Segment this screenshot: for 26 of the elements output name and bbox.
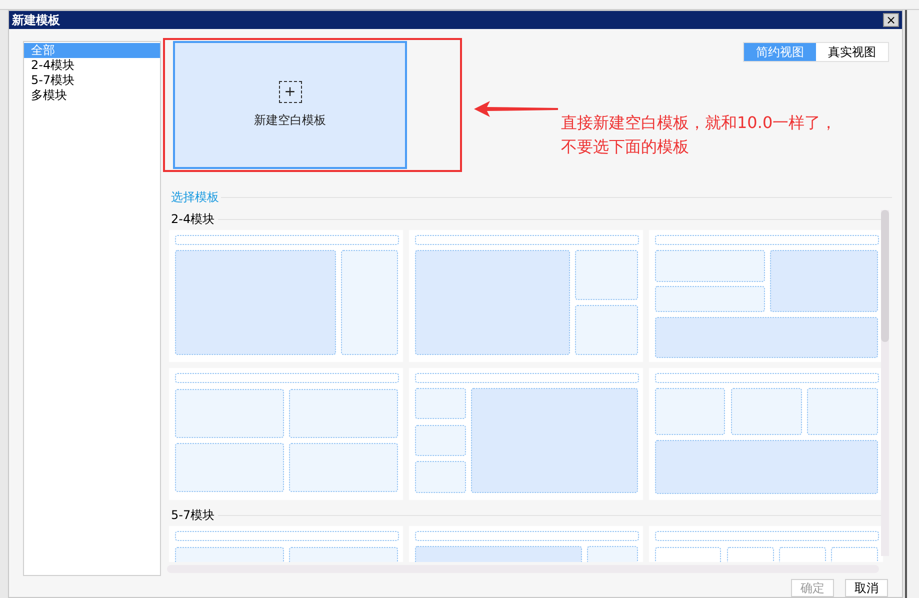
template-card[interactable] <box>169 230 403 362</box>
annotation-text: 直接新建空白模板，就和10.0一样了， <box>561 112 837 134</box>
close-button[interactable]: × <box>883 13 899 27</box>
category-item[interactable]: 5-7模块 <box>24 73 160 88</box>
group-title: 5-7模块 <box>170 507 215 524</box>
template-card[interactable] <box>649 368 883 500</box>
dialog-button[interactable]: 取消 <box>845 579 888 597</box>
vertical-scrollbar[interactable] <box>881 210 889 556</box>
scrollbar-thumb[interactable] <box>881 210 889 342</box>
group-title: 2-4模块 <box>170 211 215 228</box>
template-card[interactable] <box>649 230 883 362</box>
category-item[interactable]: 多模块 <box>24 88 160 103</box>
template-card[interactable] <box>409 368 643 500</box>
plus-icon: + <box>278 81 302 103</box>
window-title: 新建模板 <box>12 14 60 26</box>
new-blank-label: 新建空白模板 <box>254 112 326 129</box>
annotation-text: 不要选下面的模板 <box>561 136 690 158</box>
template-card[interactable] <box>169 368 403 500</box>
template-card[interactable] <box>409 230 643 362</box>
template-card[interactable] <box>409 526 643 562</box>
arrow-icon <box>474 101 558 117</box>
template-card[interactable] <box>649 526 883 562</box>
new-blank-template[interactable]: + 新建空白模板 <box>173 41 407 169</box>
category-item[interactable]: 2-4模块 <box>24 58 160 73</box>
section-title: 选择模板 <box>170 189 219 206</box>
template-card[interactable] <box>169 526 403 562</box>
